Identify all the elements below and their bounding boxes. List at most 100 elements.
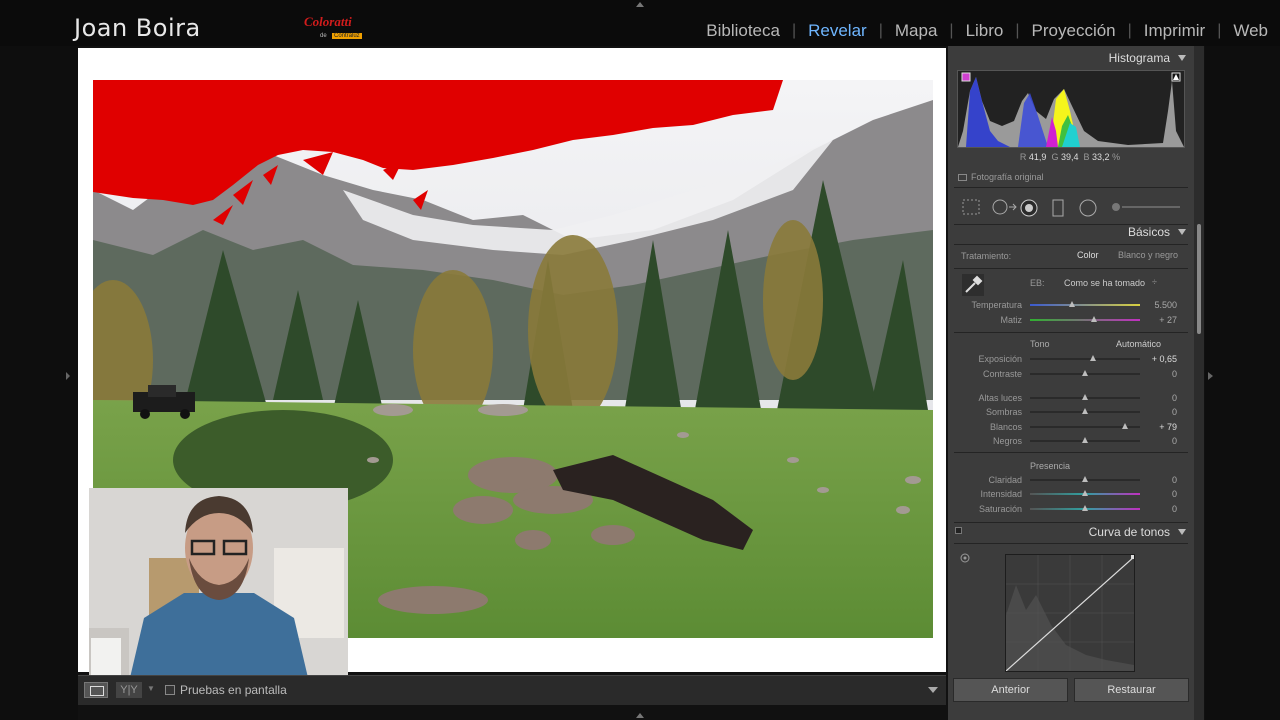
module-mapa[interactable]: Mapa [883, 21, 950, 41]
module-proyeccion[interactable]: Proyección [1020, 21, 1128, 41]
exposure-value[interactable]: + 0,65 [1139, 354, 1177, 364]
red-eye-icon[interactable] [1020, 199, 1038, 217]
slider-thumb[interactable] [1082, 408, 1088, 414]
collapse-triangle-icon[interactable] [1178, 55, 1186, 61]
clarity-label: Claridad [988, 475, 1022, 485]
loupe-view-icon[interactable] [84, 682, 108, 698]
blacks-slider[interactable] [1030, 437, 1140, 443]
module-revelar[interactable]: Revelar [796, 21, 879, 41]
slider-thumb[interactable] [1068, 301, 1075, 307]
blacks-value[interactable]: 0 [1139, 436, 1177, 446]
temperature-slider[interactable] [1030, 301, 1140, 307]
tint-value[interactable]: + 27 [1139, 315, 1177, 325]
soft-proof-checkbox[interactable] [165, 685, 175, 695]
original-photo-checkbox[interactable] [958, 174, 967, 182]
previous-button[interactable]: Anterior [953, 678, 1068, 702]
bottom-toolbar: Y|Y ▼ Pruebas en pantalla [78, 675, 946, 705]
white-balance-eyedropper-icon[interactable] [962, 274, 984, 296]
slider-thumb[interactable] [1082, 476, 1088, 482]
whites-label: Blancos [989, 422, 1022, 432]
vibrance-value[interactable]: 0 [1139, 489, 1177, 499]
exposure-label: Exposición [978, 354, 1022, 364]
shadows-slider[interactable] [1030, 408, 1140, 414]
reset-button[interactable]: Restaurar [1074, 678, 1189, 702]
lightroom-window: Joan Boira Coloratti de Contraluz Biblio… [0, 0, 1280, 720]
contrast-value[interactable]: 0 [1139, 369, 1177, 379]
histogram-header[interactable]: Histograma [948, 47, 1192, 69]
auto-tone-button[interactable]: Automático [1116, 339, 1161, 349]
module-imprimir[interactable]: Imprimir [1132, 21, 1217, 41]
b-label: B [1083, 152, 1090, 162]
clarity-slider[interactable] [1030, 476, 1140, 482]
left-panel-toggle-icon[interactable] [66, 372, 70, 380]
slider-thumb[interactable] [1090, 316, 1097, 322]
graduated-filter-icon[interactable] [1052, 199, 1064, 217]
top-panel-toggle-icon[interactable] [636, 2, 644, 7]
highlights-value[interactable]: 0 [1139, 393, 1177, 403]
soft-proof-label: Pruebas en pantalla [180, 683, 287, 697]
panel-bottom-buttons: Anterior Restaurar [953, 678, 1189, 702]
treatment-label: Tratamiento: [961, 251, 1012, 261]
saturation-slider[interactable] [1030, 505, 1140, 511]
collapse-triangle-icon[interactable] [1178, 529, 1186, 535]
tone-curve-graph[interactable] [1005, 554, 1135, 672]
highlights-slider[interactable] [1030, 394, 1140, 400]
tone-curve-header[interactable]: Curva de tonos [948, 521, 1192, 543]
tint-label: Matiz [1000, 315, 1022, 325]
saturation-label: Saturación [978, 504, 1022, 514]
whites-value[interactable]: + 79 [1139, 422, 1177, 432]
target-adjustment-icon[interactable] [960, 553, 970, 563]
shadows-label: Sombras [985, 407, 1022, 417]
g-value: 39,4 [1060, 152, 1079, 162]
wb-preset-dropdown[interactable]: Como se ha tomado [1064, 278, 1145, 288]
treatment-color-option[interactable]: Color [1077, 250, 1099, 260]
slider-thumb[interactable] [1082, 370, 1088, 376]
slider-thumb[interactable] [1082, 437, 1088, 443]
wb-dropdown-icon[interactable]: ÷ [1152, 277, 1157, 287]
left-panel-collapsed [0, 46, 78, 720]
contrast-label: Contraste [982, 369, 1022, 379]
spot-removal-icon[interactable] [992, 199, 1018, 215]
shadows-value[interactable]: 0 [1139, 407, 1177, 417]
slider-thumb[interactable] [1121, 423, 1128, 429]
histogram-graph [958, 71, 1184, 147]
panel-scrollbar[interactable] [1194, 46, 1204, 720]
tint-slider[interactable] [1030, 316, 1140, 322]
basics-title: Básicos [1127, 225, 1170, 239]
panel-divider [954, 244, 1188, 245]
right-panel-toggle-icon[interactable] [1208, 372, 1213, 380]
radial-filter-icon[interactable] [1079, 199, 1097, 217]
before-after-button[interactable]: Y|Y [116, 682, 142, 698]
slider-thumb[interactable] [1082, 394, 1088, 400]
identity-plate: Joan Boira [74, 14, 201, 42]
panel-divider [954, 543, 1188, 544]
histogram-title: Histograma [1108, 51, 1170, 65]
basics-header[interactable]: Básicos [948, 221, 1192, 243]
slider-thumb[interactable] [1082, 505, 1088, 511]
module-web[interactable]: Web [1221, 21, 1280, 41]
right-edge [1205, 46, 1280, 720]
collapse-triangle-icon[interactable] [1178, 229, 1186, 235]
filmstrip-toggle-icon[interactable] [636, 713, 644, 718]
toolbar-options-icon[interactable] [928, 687, 938, 693]
blacks-label: Negros [992, 436, 1022, 446]
histogram-display[interactable] [957, 70, 1185, 148]
slider-thumb[interactable] [1082, 490, 1088, 496]
exposure-slider[interactable] [1030, 355, 1140, 361]
original-photo-toggle[interactable]: Fotografía original [958, 172, 1044, 182]
whites-slider[interactable] [1030, 423, 1140, 429]
module-biblioteca[interactable]: Biblioteca [694, 21, 792, 41]
vibrance-slider[interactable] [1030, 490, 1140, 496]
slider-thumb[interactable] [1089, 355, 1096, 361]
treatment-bw-option[interactable]: Blanco y negro [1118, 250, 1178, 260]
adjustment-brush-icon[interactable] [1110, 199, 1182, 215]
module-libro[interactable]: Libro [954, 21, 1016, 41]
scrollbar-thumb[interactable] [1197, 224, 1201, 334]
panel-divider [954, 452, 1188, 453]
before-after-dropdown-icon[interactable]: ▼ [147, 684, 155, 693]
crop-overlay-icon[interactable] [962, 199, 980, 215]
contrast-slider[interactable] [1030, 370, 1140, 376]
temperature-value[interactable]: 5.500 [1139, 300, 1177, 310]
clarity-value[interactable]: 0 [1139, 475, 1177, 485]
saturation-value[interactable]: 0 [1139, 504, 1177, 514]
